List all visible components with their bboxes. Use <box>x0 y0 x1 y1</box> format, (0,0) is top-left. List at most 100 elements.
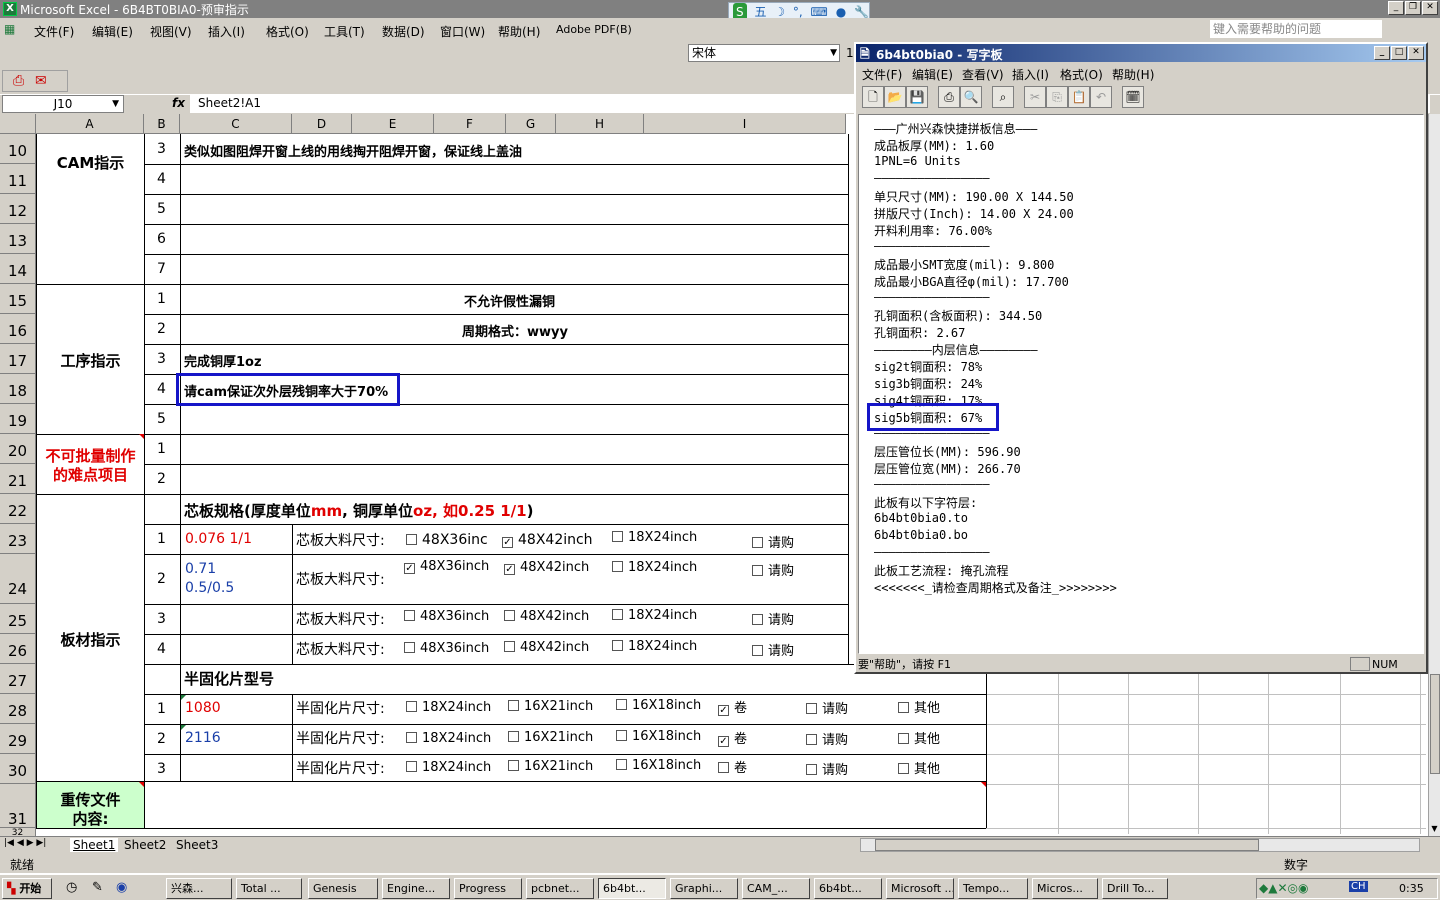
find-icon[interactable]: ⌕ <box>992 86 1014 108</box>
menu-tools[interactable]: 工具(T) <box>324 23 365 40</box>
row-header-27[interactable]: 27 <box>0 664 36 694</box>
row-header-32[interactable]: 32 <box>0 828 36 836</box>
comment-indicator[interactable] <box>139 434 144 439</box>
workbook-icon[interactable]: ▦ <box>4 22 15 36</box>
checkbox-checked[interactable]: ✓ <box>718 705 729 716</box>
error-indicator[interactable] <box>181 725 186 730</box>
row-header-13[interactable]: 13 <box>0 224 36 254</box>
wp-menu-help[interactable]: 帮助(H) <box>1112 66 1154 83</box>
row-header-25[interactable]: 25 <box>0 604 36 634</box>
pp2-opt2[interactable]: 16X21inch <box>508 730 593 745</box>
comment-indicator[interactable] <box>139 782 144 787</box>
checkbox[interactable] <box>508 731 519 742</box>
core2-spec-line2[interactable]: 0.5/0.5 <box>185 580 234 596</box>
pp1-opt6[interactable]: 其他 <box>898 697 940 716</box>
pp2-opt1[interactable]: 18X24inch <box>406 731 491 746</box>
col-header-i[interactable]: I <box>644 114 846 134</box>
checkbox[interactable] <box>612 561 623 572</box>
checkbox[interactable] <box>616 699 627 710</box>
help-search-input[interactable]: 键入需要帮助的问题 <box>1210 20 1382 38</box>
checkbox[interactable] <box>406 701 417 712</box>
row-header-28[interactable]: 28 <box>0 694 36 724</box>
task-item[interactable]: CAM_... <box>742 878 810 899</box>
wordpad-close-button[interactable]: ✕ <box>1408 46 1424 60</box>
menu-file[interactable]: 文件(F) <box>34 23 74 40</box>
checkbox[interactable] <box>612 640 623 651</box>
insert-datetime-icon[interactable]: 🗓 <box>1122 86 1144 108</box>
process-note-2[interactable]: 周期格式：wwyy <box>462 321 568 340</box>
core4-opt4[interactable]: 请购 <box>752 640 794 659</box>
wp-menu-file[interactable]: 文件(F) <box>862 66 902 83</box>
menu-window[interactable]: 窗口(W) <box>440 23 485 40</box>
task-item[interactable]: Engine... <box>382 878 450 899</box>
checkbox[interactable] <box>806 703 817 714</box>
col-header-c[interactable]: C <box>180 114 292 134</box>
menu-adobe-pdf[interactable]: Adobe PDF(B) <box>556 23 632 36</box>
task-item[interactable]: Tempo... <box>958 878 1028 899</box>
core4-opt3[interactable]: 18X24inch <box>612 639 697 654</box>
print-icon[interactable]: ⎙ <box>938 86 960 108</box>
checkbox[interactable] <box>616 759 627 770</box>
pdf-convert-icon[interactable]: ⎙ <box>13 73 24 89</box>
cut-icon[interactable]: ✂ <box>1024 86 1046 108</box>
paste-icon[interactable]: 📋 <box>1068 86 1090 108</box>
wordpad-window[interactable]: 🗎 6b4bt0bia0 - 写字板 _ □ ✕ 文件(F) 编辑(E) 查看(… <box>854 42 1428 674</box>
select-all-corner[interactable] <box>0 114 36 134</box>
horizontal-scrollbar[interactable] <box>860 838 1420 852</box>
task-item[interactable]: pcbnet... <box>526 878 594 899</box>
cam-note[interactable]: 类似如图阻焊开窗上线的用线掏开阻焊开窗，保证线上盖油 <box>184 141 522 160</box>
checkbox[interactable] <box>752 537 763 548</box>
pp3-opt4[interactable]: 卷 <box>718 757 747 776</box>
fx-icon[interactable]: fx <box>172 96 185 110</box>
core2-opt2[interactable]: ✓ 48X42inch <box>504 560 589 575</box>
comment-indicator[interactable] <box>981 782 986 787</box>
col-header-h[interactable]: H <box>556 114 644 134</box>
quicklaunch-notepad-icon[interactable]: ✎ <box>92 880 103 895</box>
col-header-g[interactable]: G <box>506 114 556 134</box>
pp1-opt4[interactable]: ✓ 卷 <box>718 697 747 716</box>
checkbox[interactable] <box>404 642 415 653</box>
checkbox[interactable] <box>616 730 627 741</box>
col-header-f[interactable]: F <box>434 114 506 134</box>
checkbox[interactable] <box>404 610 415 621</box>
pp1-opt1[interactable]: 18X24inch <box>406 700 491 715</box>
scroll-thumb[interactable] <box>1430 674 1440 774</box>
tray-icons[interactable]: ◆▲✕◎◉ <box>1259 881 1308 895</box>
checkbox-checked[interactable]: ✓ <box>404 563 415 574</box>
checkbox-checked[interactable]: ✓ <box>718 736 729 747</box>
row-header-19[interactable]: 19 <box>0 404 36 434</box>
checkbox-checked[interactable]: ✓ <box>502 537 513 548</box>
menu-data[interactable]: 数据(D) <box>382 23 425 40</box>
row-header-26[interactable]: 26 <box>0 634 36 664</box>
excel-icon[interactable]: X <box>3 2 17 16</box>
tab-sheet1[interactable]: Sheet1 <box>70 838 119 852</box>
task-item[interactable]: 兴森... <box>166 878 232 899</box>
minimize-button[interactable]: _ <box>1388 1 1404 15</box>
tab-sheet2[interactable]: Sheet2 <box>124 838 166 852</box>
core1-opt3[interactable]: 18X24inch <box>612 530 697 545</box>
core2-opt1[interactable]: ✓ 48X36inch <box>404 559 489 574</box>
wordpad-title-bar[interactable]: 🗎 6b4bt0bia0 - 写字板 _ □ ✕ <box>856 44 1426 62</box>
menu-view[interactable]: 视图(V) <box>150 23 192 40</box>
close-button[interactable]: ✕ <box>1422 1 1438 15</box>
wordpad-document[interactable]: ———广州兴森快捷拼板信息——— 成品板厚(MM): 1.60 1PNL=6 U… <box>858 114 1424 654</box>
row-header-14[interactable]: 14 <box>0 254 36 284</box>
checkbox[interactable] <box>406 732 417 743</box>
scroll-down-icon[interactable]: ▼ <box>1429 824 1440 836</box>
row-header-10[interactable]: 10 <box>0 134 36 164</box>
wp-menu-edit[interactable]: 编辑(E) <box>912 66 953 83</box>
checkbox[interactable] <box>752 614 763 625</box>
error-indicator[interactable] <box>181 695 186 700</box>
checkbox[interactable] <box>406 534 417 545</box>
checkbox[interactable] <box>806 764 817 775</box>
task-item-active[interactable]: 6b4bt... <box>598 878 666 899</box>
task-item[interactable]: Graphi... <box>670 878 738 899</box>
menu-insert[interactable]: 插入(I) <box>208 23 245 40</box>
task-item[interactable]: Microsoft ... <box>886 878 954 899</box>
pdf-mail-icon[interactable]: ✉ <box>35 73 47 89</box>
row-header-24[interactable]: 24 <box>0 554 36 604</box>
save-icon[interactable]: 💾 <box>906 86 928 108</box>
row-header-22[interactable]: 22 <box>0 494 36 524</box>
core1-opt4[interactable]: 请购 <box>752 532 794 551</box>
pp2-opt3[interactable]: 16X18inch <box>616 729 701 744</box>
